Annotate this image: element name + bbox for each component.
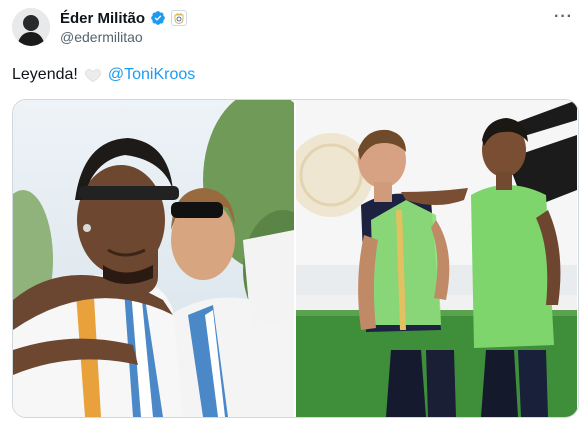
mention-link[interactable]: @ToniKroos bbox=[108, 66, 195, 84]
verified-badge-icon[interactable] bbox=[150, 10, 166, 26]
white-heart-icon bbox=[84, 69, 101, 83]
avatar-image bbox=[12, 8, 50, 46]
avatar[interactable] bbox=[12, 8, 50, 46]
author-header: Éder Militão bbox=[60, 8, 188, 28]
tweet-body: Leyenda! bbox=[12, 66, 78, 83]
more-options-button[interactable]: ··· bbox=[554, 8, 573, 26]
media-grid bbox=[12, 99, 579, 418]
author-handle[interactable]: @edermilitao bbox=[60, 29, 143, 45]
tweet-text: Leyenda! @ToniKroos bbox=[12, 66, 195, 84]
author-name[interactable]: Éder Militão bbox=[60, 10, 145, 27]
media-photo-2[interactable] bbox=[296, 100, 577, 417]
media-photo-1[interactable] bbox=[13, 100, 294, 417]
real-madrid-crest-icon[interactable] bbox=[171, 10, 188, 26]
